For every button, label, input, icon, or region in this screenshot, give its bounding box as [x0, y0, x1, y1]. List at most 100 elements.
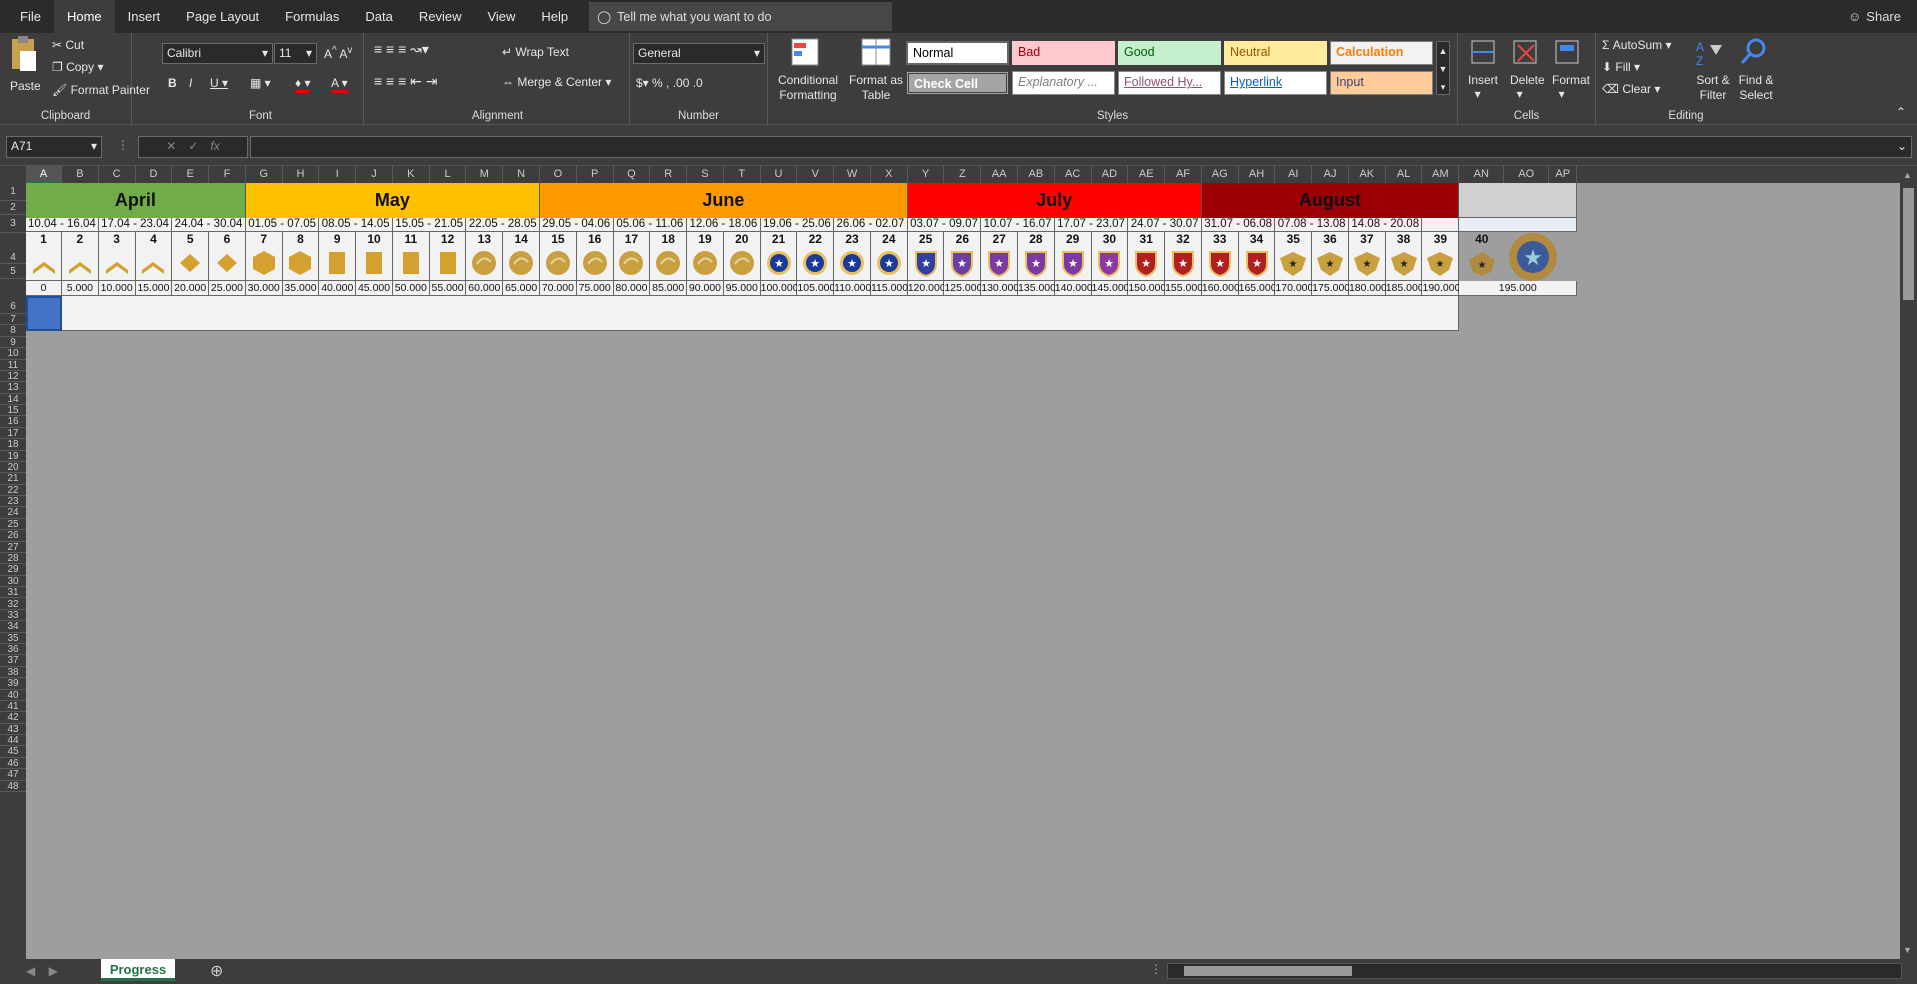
- sheet-nav-arrows[interactable]: ◀ ▶: [26, 964, 58, 978]
- row-header-46[interactable]: 46: [0, 758, 26, 770]
- row-header-27[interactable]: 27: [0, 542, 26, 553]
- wrap-text-button[interactable]: ↵ Wrap Text: [502, 45, 569, 59]
- format-as-table-button[interactable]: Format as Table: [846, 73, 906, 103]
- column-header-t[interactable]: T: [724, 166, 761, 183]
- style-hyperlink[interactable]: Hyperlink: [1224, 71, 1327, 95]
- row-header-5[interactable]: 5: [0, 264, 26, 279]
- merge-center-button[interactable]: ⇔ Merge & Center ▾: [502, 75, 611, 89]
- row-header-33[interactable]: 33: [0, 610, 26, 622]
- share-button[interactable]: ☺ Share: [1848, 0, 1901, 33]
- bold-button[interactable]: B: [168, 76, 177, 90]
- menu-tab-view[interactable]: View: [474, 0, 528, 33]
- row-header-23[interactable]: 23: [0, 496, 26, 508]
- fill-button[interactable]: ⬇ Fill ▾: [1602, 60, 1640, 74]
- style-neutral[interactable]: Neutral: [1224, 41, 1327, 65]
- column-header-d[interactable]: D: [136, 166, 173, 183]
- insert-cells-icon[interactable]: [1468, 37, 1498, 67]
- column-header-g[interactable]: G: [246, 166, 283, 183]
- column-header-aj[interactable]: AJ: [1312, 166, 1349, 183]
- row-header-11[interactable]: 11: [0, 360, 26, 371]
- font-name-select[interactable]: Calibri ▾: [162, 43, 273, 64]
- column-header-b[interactable]: B: [62, 166, 99, 183]
- column-header-r[interactable]: R: [650, 166, 688, 183]
- font-size-select[interactable]: 11 ▾: [274, 43, 317, 64]
- column-header-k[interactable]: K: [393, 166, 430, 183]
- paste-button[interactable]: Paste: [10, 79, 41, 93]
- sort-filter-button[interactable]: Sort & Filter: [1692, 73, 1734, 103]
- worksheet-grid[interactable]: April May June July August 10.04 - 16.04 17.04…: [26, 183, 1900, 959]
- row-header-41[interactable]: 41: [0, 701, 26, 713]
- conditional-formatting-icon[interactable]: [790, 37, 824, 71]
- column-header-v[interactable]: V: [797, 166, 835, 183]
- formula-buttons[interactable]: ✕✓fx: [138, 136, 248, 158]
- format-cells-button[interactable]: Format ▾: [1552, 73, 1590, 101]
- row-header-12[interactable]: 12: [0, 371, 26, 383]
- row-header-48[interactable]: 48: [0, 781, 26, 792]
- row-header-19[interactable]: 19: [0, 451, 26, 462]
- style-bad[interactable]: Bad: [1012, 41, 1115, 65]
- column-header-ab[interactable]: AB: [1018, 166, 1055, 183]
- column-header-y[interactable]: Y: [908, 166, 945, 183]
- row-header-26[interactable]: 26: [0, 530, 26, 542]
- row-header-25[interactable]: 25: [0, 519, 26, 531]
- style-followed-hyperlink[interactable]: Followed Hy...: [1118, 71, 1221, 95]
- row-header-21[interactable]: 21: [0, 473, 26, 485]
- row-header-15[interactable]: 15: [0, 405, 26, 417]
- column-header-m[interactable]: M: [466, 166, 504, 183]
- cut-button[interactable]: ✂ Cut: [52, 38, 84, 52]
- horizontal-align-icons[interactable]: ≡ ≡ ≡ ⇤ ⇥: [374, 73, 438, 90]
- column-header-u[interactable]: U: [761, 166, 798, 183]
- selected-cell-a6[interactable]: [26, 296, 62, 331]
- menu-tab-home[interactable]: Home: [53, 0, 115, 33]
- format-as-table-icon[interactable]: [860, 37, 894, 71]
- style-normal[interactable]: Normal: [906, 41, 1009, 65]
- find-select-icon[interactable]: [1738, 37, 1768, 67]
- menu-tab-file[interactable]: File: [0, 0, 54, 33]
- row-header-42[interactable]: 42: [0, 712, 26, 724]
- column-header-l[interactable]: L: [430, 166, 467, 183]
- column-header-j[interactable]: J: [356, 166, 393, 183]
- format-cells-icon[interactable]: [1552, 37, 1582, 67]
- menu-tab-data[interactable]: Data: [352, 0, 405, 33]
- borders-button[interactable]: ▦ ▾: [250, 76, 271, 90]
- horizontal-scrollbar[interactable]: [1167, 963, 1902, 979]
- horizontal-scroll-thumb[interactable]: [1184, 966, 1352, 976]
- column-header-p[interactable]: P: [577, 166, 614, 183]
- conditional-formatting-button[interactable]: Conditional Formatting: [776, 73, 840, 103]
- vertical-scrollbar[interactable]: ▲ ▼: [1900, 166, 1917, 959]
- column-header-a[interactable]: A: [26, 166, 62, 183]
- row-header-36[interactable]: 36: [0, 644, 26, 656]
- row-header-35[interactable]: 35: [0, 633, 26, 644]
- menu-tab-help[interactable]: Help: [528, 0, 581, 33]
- styles-scroll[interactable]: ▲ ▼ ▾: [1436, 41, 1450, 95]
- row-header-22[interactable]: 22: [0, 485, 26, 497]
- vertical-scroll-thumb[interactable]: [1903, 188, 1914, 300]
- grow-font-button[interactable]: A^ Av: [324, 45, 352, 61]
- style-calculation[interactable]: Calculation: [1330, 41, 1433, 65]
- row-header-8[interactable]: 8: [0, 325, 26, 337]
- column-header-s[interactable]: S: [687, 166, 724, 183]
- row-header-40[interactable]: 40: [0, 690, 26, 701]
- vertical-align-icons[interactable]: ≡ ≡ ≡ ↝▾: [374, 41, 429, 58]
- column-header-c[interactable]: C: [99, 166, 136, 183]
- row-header-47[interactable]: 47: [0, 769, 26, 781]
- column-header-af[interactable]: AF: [1165, 166, 1202, 183]
- row-header-20[interactable]: 20: [0, 462, 26, 474]
- column-header-o[interactable]: O: [540, 166, 577, 183]
- sort-filter-icon[interactable]: AZ: [1694, 37, 1724, 67]
- row-header-39[interactable]: 39: [0, 678, 26, 690]
- column-header-h[interactable]: H: [283, 166, 320, 183]
- column-header-aa[interactable]: AA: [981, 166, 1019, 183]
- format-painter-button[interactable]: 🖌 Format Painter: [52, 83, 150, 97]
- menu-tab-formulas[interactable]: Formulas: [272, 0, 352, 33]
- sheet-tab-progress[interactable]: Progress: [101, 959, 175, 981]
- insert-cells-button[interactable]: Insert ▾: [1468, 73, 1498, 101]
- tell-me-search[interactable]: ◯ Tell me what you want to do: [589, 2, 893, 31]
- font-color-button[interactable]: A ▾: [331, 76, 348, 93]
- column-header-ac[interactable]: AC: [1055, 166, 1092, 183]
- column-header-an[interactable]: AN: [1459, 166, 1505, 183]
- menu-tab-page-layout[interactable]: Page Layout: [173, 0, 272, 33]
- paste-icon[interactable]: [8, 35, 38, 77]
- row-header-16[interactable]: 16: [0, 416, 26, 428]
- row-header-29[interactable]: 29: [0, 564, 26, 576]
